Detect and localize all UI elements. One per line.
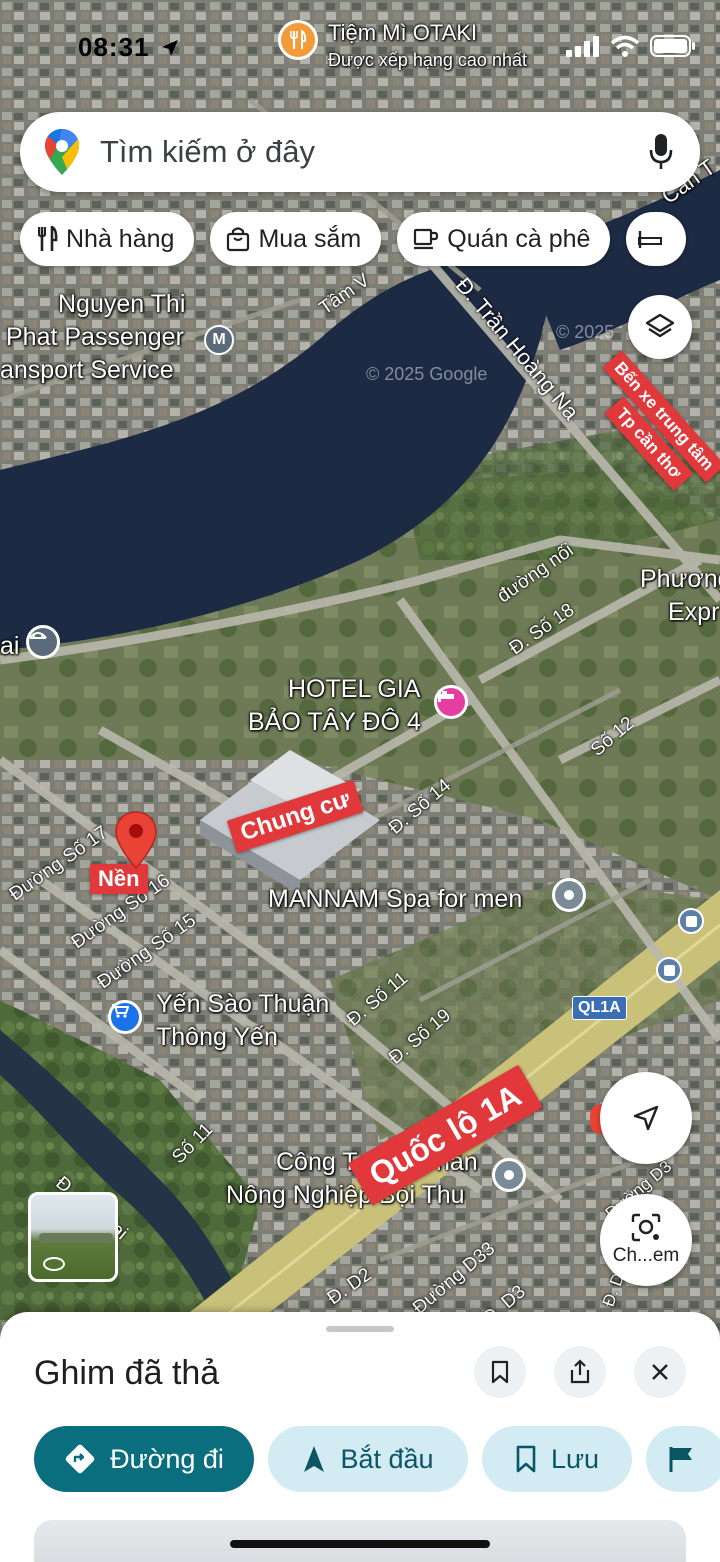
search-bar[interactable]: Tìm kiếm ở đây [20,112,700,192]
my-location-button[interactable] [600,1072,692,1164]
action-label: Đường đi [110,1443,224,1474]
top-poi-subtitle: Được xếp hạng cao nhất [328,50,527,70]
action-row: Đường đi Bắt đầu Lưu [34,1426,720,1492]
place-label: Yến Sào Thuận [156,990,330,1018]
navigation-arrow-icon [302,1444,326,1474]
chip-label: Quán cà phê [447,224,591,253]
chip-shopping[interactable]: Mua sắm [210,212,382,266]
place-label: ai [0,632,20,660]
save-icon-button[interactable] [474,1346,526,1398]
more-actions-button[interactable] [646,1426,720,1492]
sheet-title: Ghim đã thả [34,1354,220,1392]
place-label: Nguyen Thi [58,290,186,318]
place-label: Expr [668,598,720,626]
chip-label: Nhà hàng [66,224,175,253]
start-button[interactable]: Bắt đầu [268,1426,468,1492]
place-bottom-sheet[interactable]: Ghim đã thả Đường đi Bắt đầu Lưu [0,1312,720,1562]
place-label: HOTEL GIA [288,675,421,703]
action-label: Lưu [550,1443,600,1474]
thumbnail-horizon [39,1233,113,1243]
street-view-360-icon [43,1257,65,1271]
flag-icon [668,1445,694,1473]
wifi-icon [610,35,640,57]
place-label: ansport Service [0,356,174,384]
restaurant-pin-icon[interactable] [278,20,318,60]
copyright-text: © 2025 [556,322,615,342]
hotel-bed-icon [638,229,663,249]
lens-button[interactable]: Ch...em [600,1194,692,1286]
bookmark-icon [491,1360,509,1384]
battery-icon [650,35,695,57]
save-button[interactable]: Lưu [482,1426,632,1492]
google-maps-logo-icon [45,129,79,175]
place-label: Nông Nghiệp Bội Thu [226,1181,465,1209]
directions-icon [64,1443,96,1475]
coffee-cup-icon [413,227,439,251]
chip-more[interactable] [626,212,687,266]
bus-stop-icon[interactable] [656,957,682,983]
drag-handle[interactable] [326,1326,394,1332]
layers-button[interactable] [628,295,692,359]
hotel-bed-icon[interactable] [434,685,468,719]
share-button[interactable] [554,1346,606,1398]
microphone-icon[interactable] [648,132,674,172]
fork-knife-icon [36,226,58,252]
close-button[interactable] [634,1346,686,1398]
chip-coffee[interactable]: Quán cà phê [397,212,611,266]
place-label: Thông Yến [156,1023,278,1051]
street-view-thumbnail[interactable] [28,1192,118,1282]
place-label: Công T [276,1148,358,1176]
close-icon [652,1364,668,1380]
place-label: MANNAM Spa for men [268,885,523,913]
copyright-text: © 2025 Google [366,364,488,384]
top-poi-name[interactable]: Tiệm Mì OTAKI [328,20,477,45]
chip-restaurants[interactable]: Nhà hàng [20,212,195,266]
place-label: Phat Passenger [6,323,184,351]
status-time: 08:31 [78,32,180,63]
place-pin-icon[interactable] [492,1158,526,1192]
home-indicator [230,1540,490,1548]
directions-button[interactable]: Đường đi [34,1426,254,1492]
status-icons [566,34,696,58]
place-label: Phương [640,565,720,593]
shopping-bag-icon [226,226,250,252]
bridge-icon[interactable] [26,625,60,659]
bookmark-icon [515,1445,537,1473]
layers-icon [645,313,675,338]
metro-station-icon[interactable]: M [204,325,234,355]
camera-lens-icon [631,1213,661,1242]
shopping-cart-icon[interactable] [108,1000,142,1034]
navigation-arrow-icon [633,1105,659,1131]
lens-label: Ch...em [612,1245,680,1266]
place-label: BẢO TÂY ĐÔ 4 [248,708,421,736]
search-placeholder: Tìm kiếm ở đây [100,134,315,169]
signal-icon [566,36,599,57]
highway-shield: QL1A [572,996,627,1020]
chip-label: Mua sắm [258,224,362,253]
place-pin-icon[interactable] [552,878,586,912]
bus-stop-icon[interactable] [678,908,704,934]
action-label: Bắt đầu [340,1443,434,1474]
location-arrow-icon [161,40,178,56]
category-chips: Nhà hàng Mua sắm Quán cà phê [20,212,687,266]
share-icon [570,1359,590,1384]
